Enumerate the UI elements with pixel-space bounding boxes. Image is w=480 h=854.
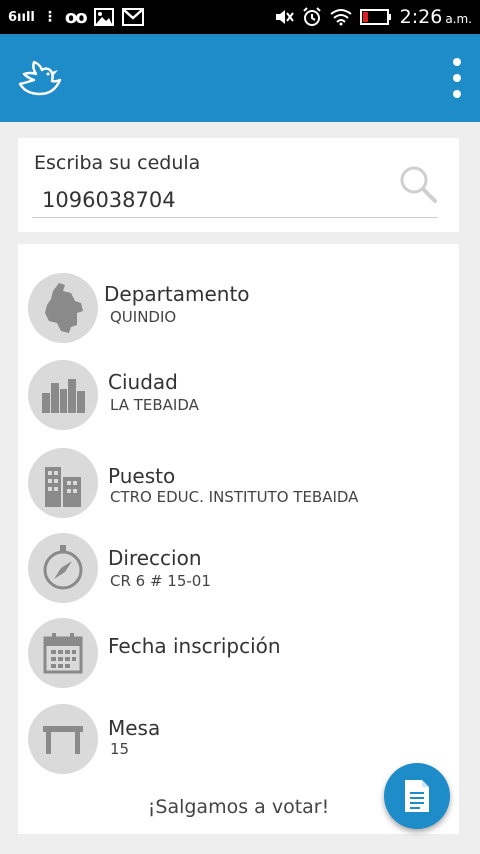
search-icon[interactable] bbox=[398, 164, 438, 204]
colombia-map-icon bbox=[28, 273, 98, 343]
departamento-value: QUINDIO bbox=[110, 308, 177, 326]
result-row-puesto: Puesto CTRO EDUC. INSTITUTO TEBAIDA bbox=[18, 442, 459, 522]
puesto-title: Puesto bbox=[108, 464, 176, 488]
direccion-title: Direccion bbox=[108, 546, 202, 570]
building-icon bbox=[28, 448, 98, 518]
status-bar: 6ııll ⋮ ᴏᴏ 2:26 a.m. bbox=[0, 0, 480, 34]
mesa-value: 15 bbox=[110, 740, 130, 758]
clock: 2:26 a.m. bbox=[400, 6, 472, 28]
result-card: Departamento QUINDIO Ciudad LA TEBAIDA P… bbox=[18, 244, 459, 834]
result-row-departamento: Departamento QUINDIO bbox=[18, 266, 459, 346]
result-row-ciudad: Ciudad LA TEBAIDA bbox=[18, 354, 459, 434]
status-bar-right: 2:26 a.m. bbox=[274, 0, 472, 34]
clock-time: 2:26 bbox=[399, 6, 443, 28]
mesa-title: Mesa bbox=[108, 716, 161, 740]
dots-indicator: ⋮ bbox=[42, 9, 57, 25]
overflow-menu-icon[interactable] bbox=[450, 58, 464, 98]
result-row-direccion: Direccion CR 6 # 15-01 bbox=[18, 528, 459, 608]
search-label: Escriba su cedula bbox=[34, 152, 201, 174]
ciudad-value: LA TEBAIDA bbox=[110, 396, 199, 414]
table-icon bbox=[28, 704, 98, 774]
clock-ampm: a.m. bbox=[445, 12, 472, 26]
gmail-icon bbox=[121, 8, 144, 26]
result-row-mesa: Mesa 15 bbox=[18, 702, 459, 782]
gallery-icon bbox=[93, 8, 114, 26]
wifi-icon bbox=[330, 8, 352, 26]
alarm-icon bbox=[302, 7, 322, 27]
dove-icon bbox=[16, 54, 64, 102]
puesto-value: CTRO EDUC. INSTITUTO TEBAIDA bbox=[110, 488, 359, 506]
cedula-input[interactable] bbox=[32, 182, 438, 218]
document-icon bbox=[405, 780, 429, 812]
result-row-fecha-inscripcion: Fecha inscripción bbox=[18, 618, 459, 698]
fecha-inscripcion-title: Fecha inscripción bbox=[108, 634, 281, 658]
signal-icon: 6ııll bbox=[8, 9, 35, 25]
ciudad-title: Ciudad bbox=[108, 370, 178, 394]
app-bar bbox=[0, 34, 480, 122]
status-bar-left: 6ııll ⋮ ᴏᴏ bbox=[8, 0, 144, 34]
battery-icon bbox=[359, 8, 392, 26]
departamento-title: Departamento bbox=[104, 282, 250, 306]
calendar-icon bbox=[28, 618, 98, 688]
direccion-value: CR 6 # 15-01 bbox=[110, 572, 211, 590]
compass-icon bbox=[28, 533, 98, 603]
city-icon bbox=[28, 360, 98, 430]
document-fab-button[interactable] bbox=[384, 763, 450, 829]
voicemail-icon: ᴏᴏ bbox=[64, 6, 88, 28]
mute-icon bbox=[274, 8, 294, 26]
search-card: Escriba su cedula bbox=[18, 138, 459, 232]
